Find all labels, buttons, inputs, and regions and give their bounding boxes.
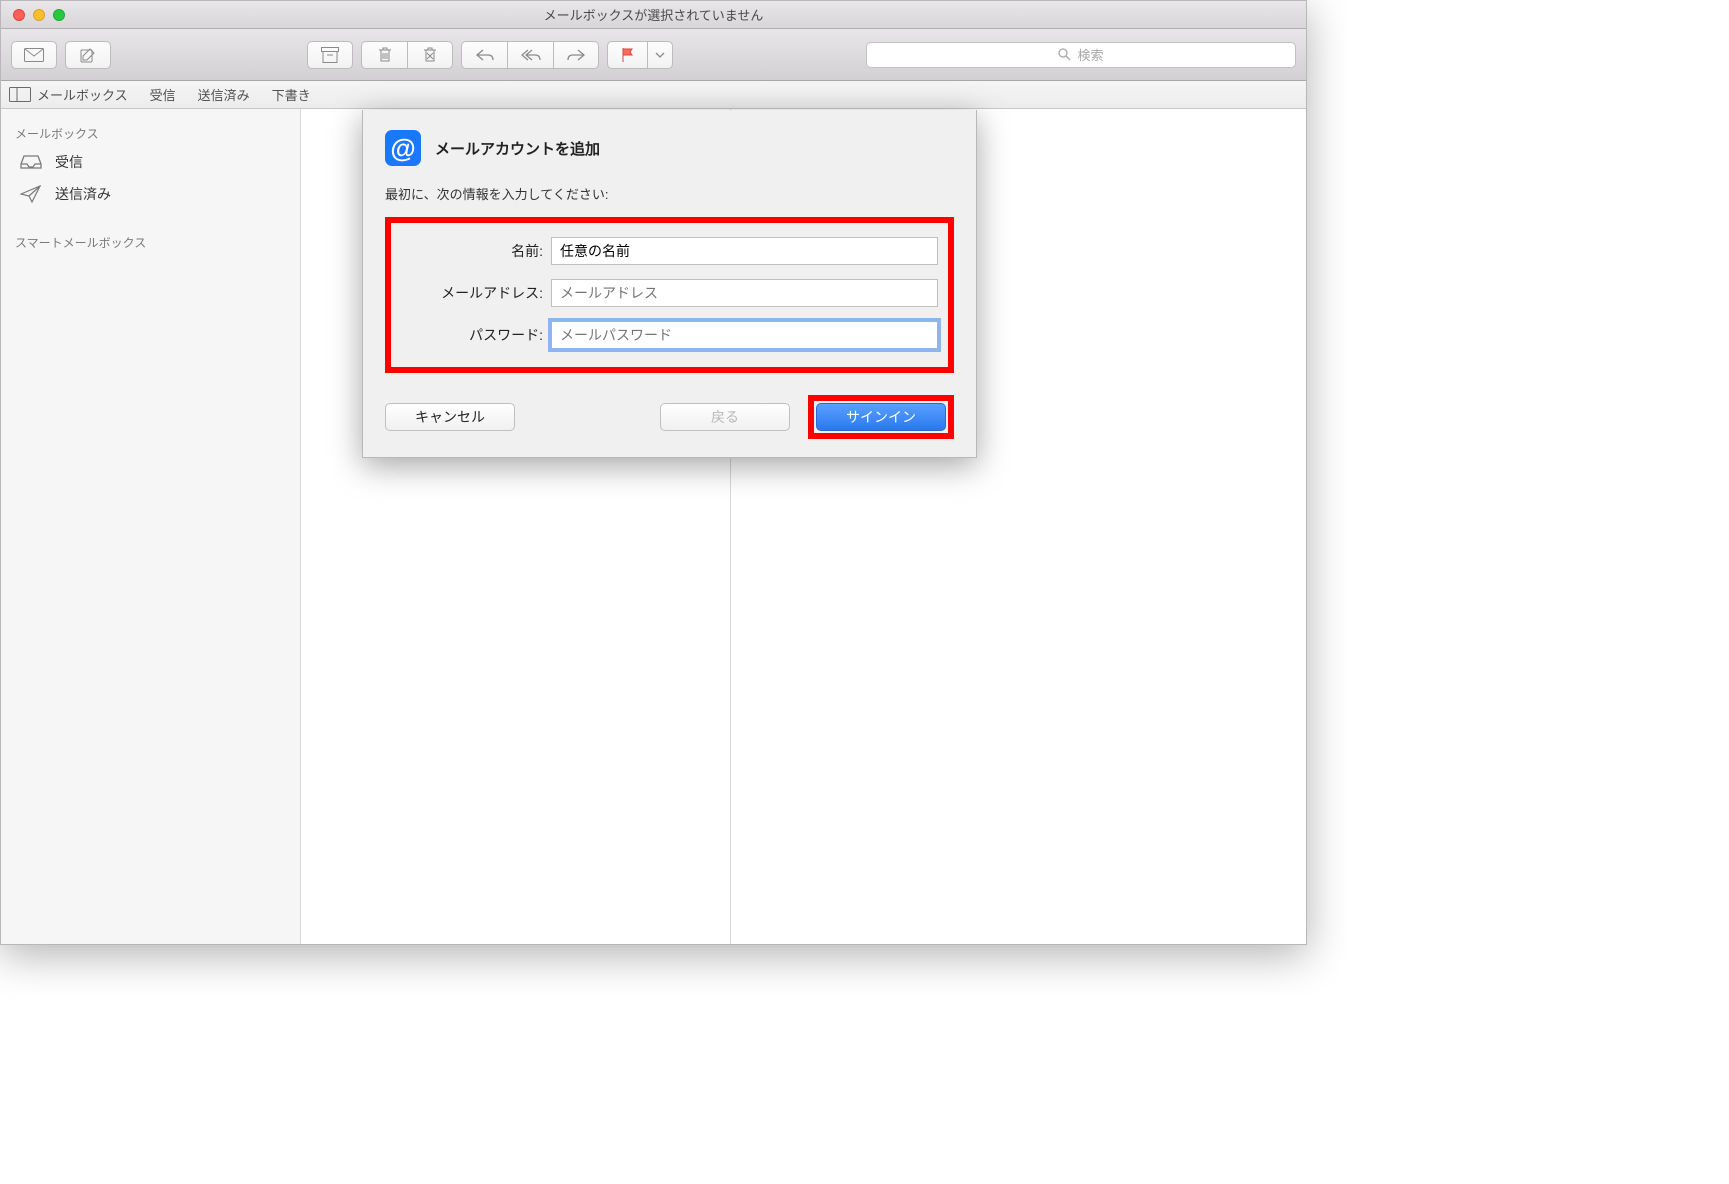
inbox-icon <box>19 154 43 170</box>
trash-icon <box>378 47 392 63</box>
chevron-down-icon <box>655 52 665 58</box>
email-input[interactable] <box>551 279 938 307</box>
close-window-button[interactable] <box>13 9 25 21</box>
back-button: 戻る <box>660 403 790 431</box>
cancel-button[interactable]: キャンセル <box>385 403 515 431</box>
sent-icon <box>19 185 43 203</box>
password-label: パスワード: <box>401 325 551 345</box>
window-controls <box>1 9 65 21</box>
signin-button[interactable]: サインイン <box>816 403 946 431</box>
at-sign-icon: @ <box>385 130 421 166</box>
fav-drafts[interactable]: 下書き <box>272 85 311 104</box>
sidebar-heading-mailboxes: メールボックス <box>1 119 300 146</box>
reply-button[interactable] <box>461 41 507 69</box>
titlebar: メールボックスが選択されていません <box>1 1 1306 29</box>
window-title: メールボックスが選択されていません <box>1 5 1306 24</box>
dialog-subtitle: 最初に、次の情報を入力してください: <box>385 184 954 203</box>
sidebar-item-inbox[interactable]: 受信 <box>1 146 300 178</box>
fav-sent[interactable]: 送信済み <box>198 85 250 104</box>
junk-button[interactable] <box>407 41 453 69</box>
name-input[interactable] <box>551 237 938 265</box>
flag-button[interactable] <box>607 41 647 69</box>
envelope-icon <box>24 48 44 62</box>
name-label: 名前: <box>401 241 551 261</box>
fav-mailboxes: メールボックス <box>37 85 128 104</box>
reply-icon <box>476 49 494 61</box>
archive-icon <box>321 47 339 63</box>
compose-icon <box>80 47 96 63</box>
sidebar-item-sent[interactable]: 送信済み <box>1 178 300 210</box>
toolbar: 検索 <box>1 29 1306 81</box>
sidebar-icon <box>9 87 31 102</box>
minimize-window-button[interactable] <box>33 9 45 21</box>
dialog-title: メールアカウントを追加 <box>435 138 600 159</box>
flag-menu-button[interactable] <box>647 41 673 69</box>
get-mail-button[interactable] <box>11 41 57 69</box>
toggle-sidebar-button[interactable]: メールボックス <box>9 85 128 104</box>
sidebar: メールボックス 受信 送信済み スマートメールボックス <box>1 109 301 944</box>
reply-all-icon <box>521 49 541 61</box>
delete-button[interactable] <box>361 41 407 69</box>
sidebar-inbox-label: 受信 <box>55 152 83 172</box>
sidebar-heading-smart: スマートメールボックス <box>1 228 300 255</box>
mail-window: メールボックスが選択されていません <box>0 0 1307 945</box>
reply-all-button[interactable] <box>507 41 553 69</box>
form-highlight-box: 名前: メールアドレス: パスワード: <box>385 217 954 373</box>
email-label: メールアドレス: <box>401 283 551 303</box>
signin-highlight-box: サインイン <box>808 395 954 439</box>
flag-icon <box>621 47 635 63</box>
fav-inbox[interactable]: 受信 <box>150 85 176 104</box>
zoom-window-button[interactable] <box>53 9 65 21</box>
forward-button[interactable] <box>553 41 599 69</box>
search-placeholder: 検索 <box>1077 45 1103 64</box>
junk-icon <box>423 47 437 63</box>
archive-button[interactable] <box>307 41 353 69</box>
add-account-dialog: @ メールアカウントを追加 最初に、次の情報を入力してください: 名前: メール… <box>362 110 977 458</box>
password-input[interactable] <box>551 321 938 349</box>
forward-icon <box>567 49 585 61</box>
favorites-bar: メールボックス 受信 送信済み 下書き <box>1 81 1306 109</box>
sidebar-sent-label: 送信済み <box>55 184 111 204</box>
search-icon <box>1058 48 1071 61</box>
compose-button[interactable] <box>65 41 111 69</box>
search-field[interactable]: 検索 <box>866 42 1296 68</box>
